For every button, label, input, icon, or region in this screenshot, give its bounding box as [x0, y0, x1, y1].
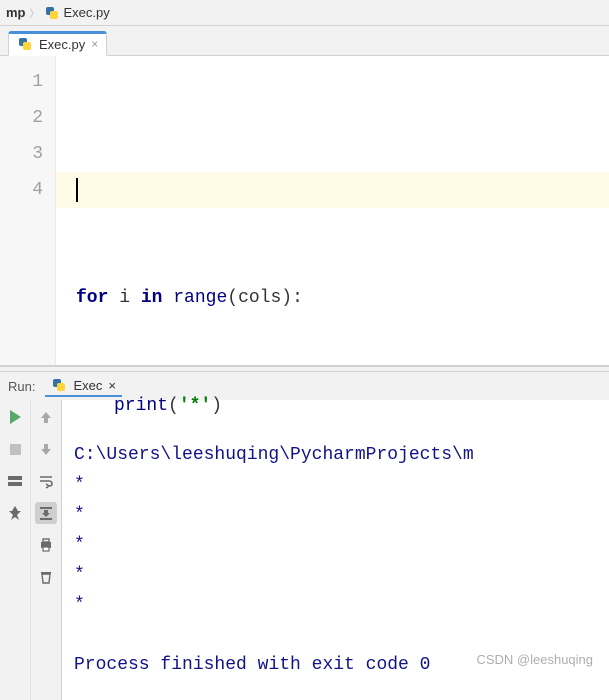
stop-icon	[10, 444, 21, 455]
close-icon[interactable]: ×	[91, 38, 98, 50]
editor-caret	[76, 178, 78, 202]
line-number: 4	[0, 172, 43, 208]
clear-button[interactable]	[35, 566, 57, 588]
line-number: 1	[0, 64, 43, 100]
breadcrumb-root-label: mp	[6, 5, 26, 20]
scroll-up-button[interactable]	[35, 406, 57, 428]
layout-icon	[7, 473, 23, 489]
stop-button[interactable]	[4, 438, 26, 460]
print-icon	[38, 537, 54, 553]
code-area[interactable]: cols = 5 for i in range(cols): print('*'…	[56, 56, 609, 365]
arrow-down-icon	[39, 442, 53, 456]
run-button[interactable]	[4, 406, 26, 428]
code-line: print('*')	[76, 388, 609, 424]
line-number: 3	[0, 136, 43, 172]
editor-tabs: Exec.py ×	[0, 26, 609, 56]
scroll-to-end-button[interactable]	[35, 502, 57, 524]
breadcrumb-file-label: Exec.py	[64, 5, 110, 20]
console-line: Process finished with exit code 0	[74, 655, 430, 675]
tab-label: Exec.py	[39, 37, 85, 52]
breadcrumb-root[interactable]: mp	[6, 5, 26, 20]
line-number: 2	[0, 100, 43, 136]
pin-button[interactable]	[4, 502, 26, 524]
run-label: Run:	[8, 379, 35, 394]
code-line	[76, 496, 609, 532]
layout-button[interactable]	[4, 470, 26, 492]
scroll-end-icon	[38, 505, 54, 521]
python-file-icon	[44, 5, 60, 21]
tab-exec-py[interactable]: Exec.py ×	[8, 31, 107, 56]
editor-gutter: 1 2 3 4	[0, 56, 56, 365]
scroll-down-button[interactable]	[35, 438, 57, 460]
current-line-highlight	[56, 172, 609, 208]
print-button[interactable]	[35, 534, 57, 556]
pin-icon	[7, 505, 23, 521]
arrow-up-icon	[39, 410, 53, 424]
wrap-icon	[38, 473, 54, 489]
code-line: for i in range(cols):	[76, 280, 609, 316]
play-icon	[10, 410, 21, 424]
run-toolbar	[0, 400, 62, 700]
python-file-icon	[51, 377, 67, 393]
breadcrumb: mp 〉 Exec.py	[0, 0, 609, 26]
chevron-right-icon: 〉	[30, 5, 40, 20]
trash-icon	[38, 569, 54, 585]
code-editor[interactable]: 1 2 3 4 cols = 5 for i in range(cols): p…	[0, 56, 609, 366]
python-file-icon	[17, 36, 33, 52]
breadcrumb-file[interactable]: Exec.py	[44, 5, 110, 21]
soft-wrap-button[interactable]	[35, 470, 57, 492]
